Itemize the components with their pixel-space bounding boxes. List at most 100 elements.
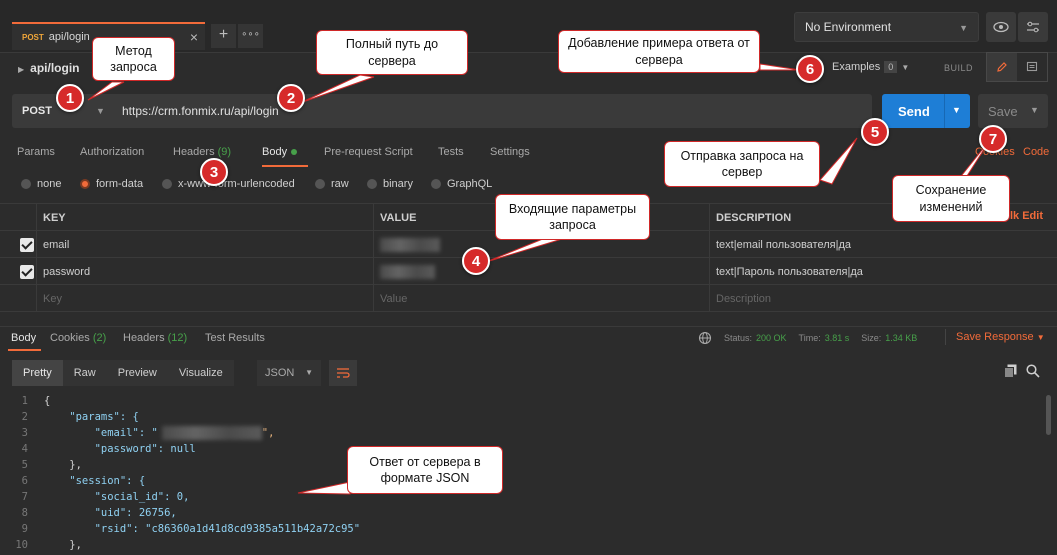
radio-form-data[interactable]: form-data bbox=[80, 178, 143, 190]
param-description[interactable]: text|email пользователя|да bbox=[709, 231, 1057, 258]
callout-send: Отправка запроса на сервер bbox=[664, 141, 820, 187]
value-input[interactable]: Value bbox=[373, 285, 709, 312]
code-line: 10 }, bbox=[0, 537, 1057, 553]
request-tabs: Params Authorization Headers (9) Body Pr… bbox=[0, 143, 1057, 165]
chevron-down-icon[interactable]: ▼ bbox=[952, 105, 961, 115]
checkbox[interactable] bbox=[20, 264, 34, 279]
divider bbox=[945, 329, 946, 345]
save-response-button[interactable]: Save Response ▼ bbox=[956, 331, 1045, 343]
documentation-icon[interactable] bbox=[1017, 53, 1047, 81]
tab-body[interactable]: Body bbox=[262, 146, 298, 158]
build-label: BUILD bbox=[944, 63, 974, 73]
caret-right-icon[interactable]: ▶ bbox=[18, 65, 24, 74]
tab-pre-request-script[interactable]: Pre-request Script bbox=[324, 146, 413, 158]
param-key[interactable]: password bbox=[36, 258, 373, 285]
chevron-down-icon[interactable]: ▼ bbox=[1030, 105, 1039, 115]
callout-save: Сохранение изменений bbox=[892, 175, 1010, 222]
new-tab-button[interactable]: + bbox=[211, 24, 236, 48]
response-tab-headers-label: Headers bbox=[123, 332, 165, 344]
url-input[interactable]: https://crm.fonmix.ru/api/login bbox=[122, 104, 279, 118]
row-checkbox-cell bbox=[0, 285, 36, 312]
line-number: 2 bbox=[21, 411, 28, 423]
code-line: 3 "email": " ", bbox=[0, 425, 1057, 441]
time-value[interactable]: 3.81 s bbox=[825, 333, 850, 343]
view-raw[interactable]: Raw bbox=[62, 360, 107, 386]
param-key[interactable]: email bbox=[36, 231, 373, 258]
radio-binary[interactable]: binary bbox=[367, 178, 413, 190]
radio-raw[interactable]: raw bbox=[315, 178, 349, 190]
save-label: Save bbox=[988, 104, 1018, 119]
pencil-icon[interactable] bbox=[987, 53, 1017, 81]
more-tabs-button[interactable]: ∘∘∘ bbox=[238, 24, 263, 48]
response-tab-test-results[interactable]: Test Results bbox=[205, 332, 265, 344]
description-input[interactable]: Description bbox=[709, 285, 1057, 312]
response-view-toolbar: Pretty Raw Preview Visualize bbox=[12, 360, 234, 386]
copy-icon[interactable] bbox=[1004, 364, 1017, 381]
save-button[interactable]: Save ▼ bbox=[978, 94, 1048, 128]
format-select[interactable]: JSON ▼ bbox=[257, 360, 321, 386]
save-response-label: Save Response bbox=[956, 331, 1034, 343]
response-tab-headers[interactable]: Headers (12) bbox=[123, 332, 187, 344]
tab-headers[interactable]: Headers (9) bbox=[173, 146, 231, 158]
param-description[interactable]: text|Пароль пользователя|да bbox=[709, 258, 1057, 285]
line-number: 7 bbox=[21, 491, 28, 503]
key-input[interactable]: Key bbox=[36, 285, 373, 312]
badge-4: 4 bbox=[462, 247, 490, 275]
globe-icon[interactable] bbox=[698, 331, 712, 345]
method-select[interactable]: POST bbox=[22, 105, 52, 117]
line-number: 1 bbox=[21, 395, 28, 407]
radio-graphql[interactable]: GraphQL bbox=[431, 178, 492, 190]
code-text: "password": null bbox=[44, 443, 196, 455]
close-icon[interactable]: × bbox=[190, 29, 198, 45]
tab-authorization[interactable]: Authorization bbox=[80, 146, 144, 158]
code-text: "rsid": "c86360a1d41d8cd9385a511b42a72c9… bbox=[44, 523, 361, 535]
breadcrumb[interactable]: ▶ api/login bbox=[18, 61, 80, 75]
size-label: Size: bbox=[861, 333, 882, 343]
size-value[interactable]: 1.34 KB bbox=[885, 333, 917, 343]
wrap-lines-icon[interactable] bbox=[329, 360, 357, 386]
examples-dropdown[interactable]: Examples 0 ▼ bbox=[832, 61, 909, 73]
search-icon[interactable] bbox=[1026, 364, 1040, 381]
radio-label: form-data bbox=[96, 178, 144, 190]
checkbox[interactable] bbox=[20, 237, 34, 252]
redacted-value bbox=[161, 426, 262, 440]
active-tab-indicator bbox=[8, 349, 41, 351]
cookies-count: (2) bbox=[92, 332, 107, 344]
response-body-code[interactable]: 1{ 2 "params": { 3 "email": " ", 4 "passw… bbox=[0, 393, 1057, 555]
callout-method: Метод запроса bbox=[92, 37, 175, 81]
headers-count: (12) bbox=[167, 332, 188, 344]
scrollbar[interactable] bbox=[1046, 395, 1051, 435]
environment-select[interactable]: No Environment ▼ bbox=[794, 12, 979, 42]
response-tab-cookies-label: Cookies bbox=[50, 332, 90, 344]
status-value[interactable]: 200 OK bbox=[756, 333, 787, 343]
code-line: 2 "params": { bbox=[0, 409, 1057, 425]
code-line: 8 "uid": 26756, bbox=[0, 505, 1057, 521]
code-text: { bbox=[44, 395, 51, 407]
view-pretty[interactable]: Pretty bbox=[12, 360, 63, 386]
tab-headers-label: Headers bbox=[173, 146, 215, 158]
radio-label: none bbox=[37, 178, 62, 190]
radio-urlencoded[interactable]: x-www-form-urlencoded bbox=[162, 178, 295, 190]
code-link[interactable]: Code bbox=[1023, 146, 1049, 158]
send-button[interactable]: Send ▼ bbox=[882, 94, 970, 128]
eye-icon[interactable] bbox=[986, 12, 1016, 42]
tab-tests[interactable]: Tests bbox=[438, 146, 464, 158]
response-tab-cookies[interactable]: Cookies (2) bbox=[50, 332, 106, 344]
tab-params[interactable]: Params bbox=[17, 146, 55, 158]
code-text: "uid": 26756, bbox=[44, 507, 177, 519]
badge-7: 7 bbox=[979, 125, 1007, 153]
badge-2: 2 bbox=[277, 84, 305, 112]
radio-selected-icon bbox=[80, 179, 90, 189]
param-value[interactable] bbox=[373, 258, 709, 285]
view-preview[interactable]: Preview bbox=[106, 360, 168, 386]
tab-settings[interactable]: Settings bbox=[490, 146, 530, 158]
response-tab-body[interactable]: Body bbox=[11, 332, 36, 344]
line-number: 3 bbox=[21, 427, 28, 439]
chevron-down-icon[interactable]: ▼ bbox=[96, 106, 105, 116]
active-tab-indicator bbox=[262, 165, 308, 167]
chevron-down-icon: ▼ bbox=[959, 23, 968, 33]
view-visualize[interactable]: Visualize bbox=[167, 360, 234, 386]
radio-none[interactable]: none bbox=[21, 178, 61, 190]
settings-sliders-icon[interactable] bbox=[1018, 12, 1048, 42]
line-number: 10 bbox=[15, 539, 28, 551]
